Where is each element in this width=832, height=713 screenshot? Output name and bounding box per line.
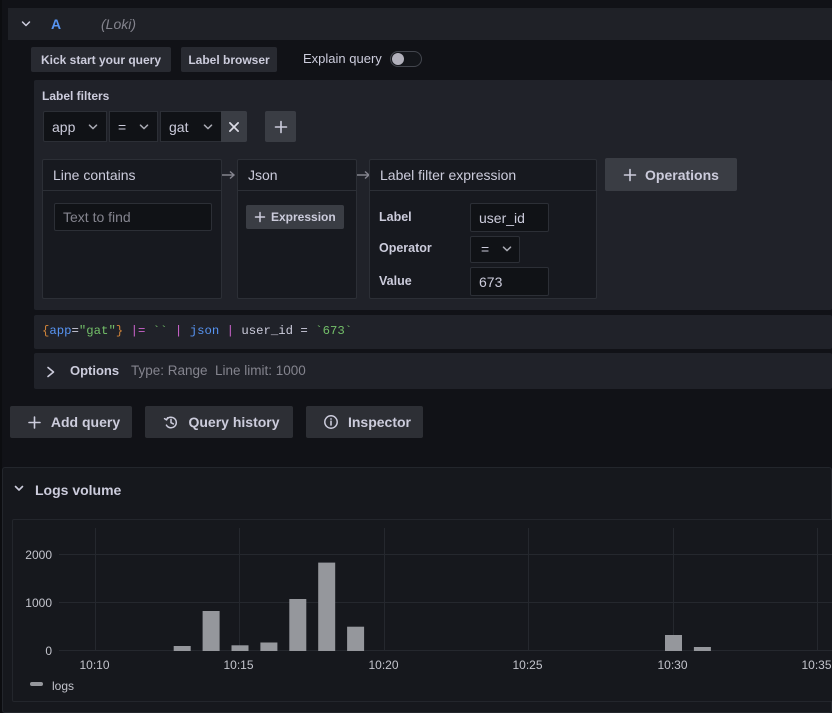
svg-text:10:15: 10:15 bbox=[223, 658, 253, 672]
svg-text:10:30: 10:30 bbox=[657, 658, 687, 672]
svg-text:10:35: 10:35 bbox=[801, 658, 831, 672]
svg-text:logs: logs bbox=[52, 679, 74, 693]
svg-text:1000: 1000 bbox=[25, 596, 52, 610]
svg-text:10:25: 10:25 bbox=[512, 658, 542, 672]
svg-text:10:10: 10:10 bbox=[79, 658, 109, 672]
svg-text:0: 0 bbox=[45, 644, 52, 658]
svg-text:10:20: 10:20 bbox=[368, 658, 398, 672]
svg-text:2000: 2000 bbox=[25, 548, 52, 562]
